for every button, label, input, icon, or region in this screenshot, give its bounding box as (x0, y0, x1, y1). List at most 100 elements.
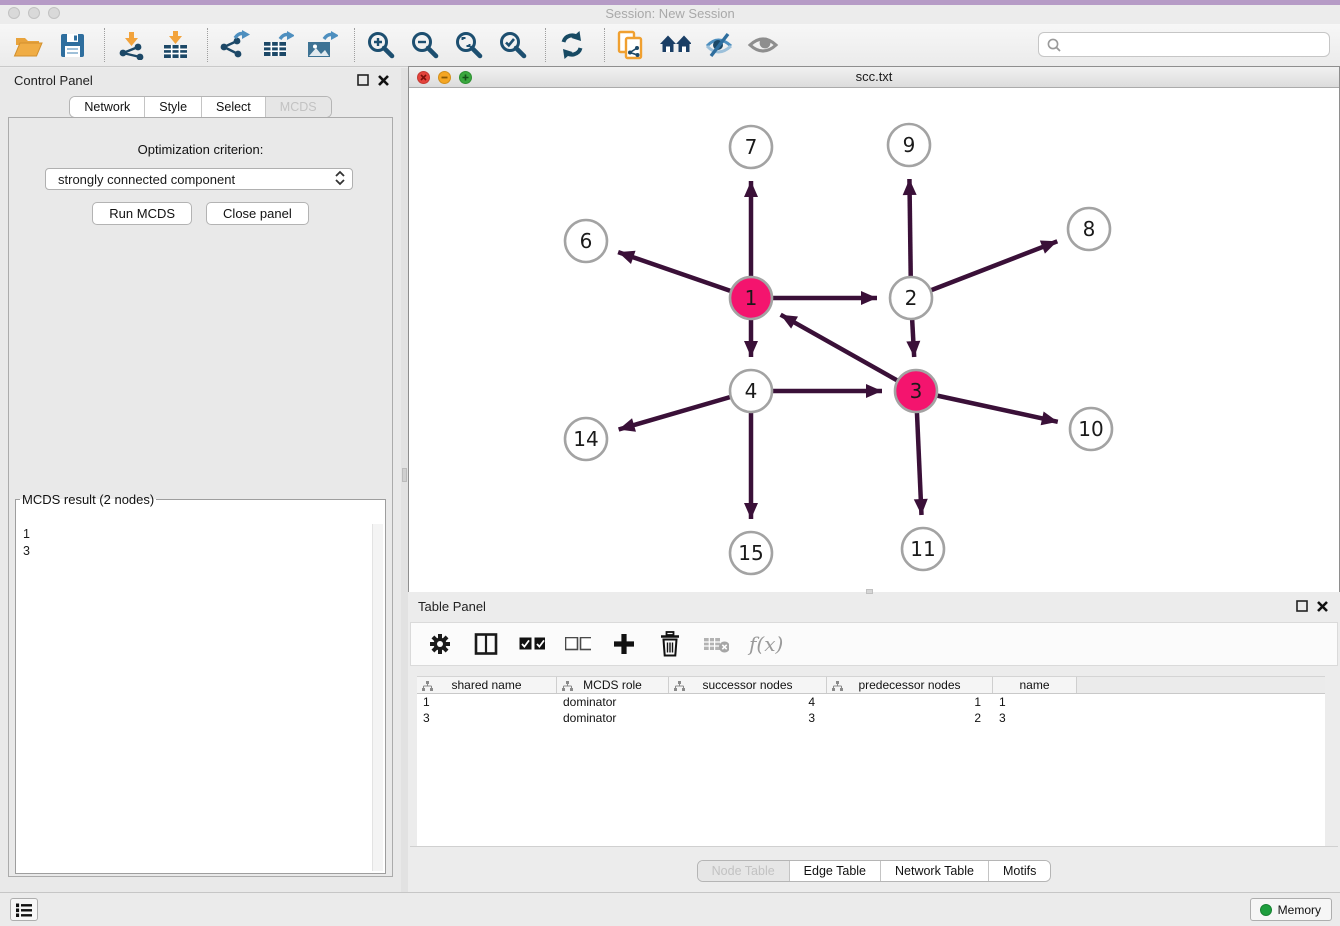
memory-button[interactable]: Memory (1250, 898, 1332, 921)
graph-edge-2-8[interactable] (911, 241, 1057, 298)
run-mcds-button[interactable]: Run MCDS (92, 202, 192, 225)
toolbar-separator (104, 28, 105, 62)
unselect-all-columns-icon[interactable] (565, 631, 591, 657)
hide-selected-icon[interactable] (703, 29, 735, 61)
vertical-splitter[interactable] (401, 68, 408, 892)
close-panel-icon[interactable] (378, 75, 389, 86)
column-header-predecessor-nodes[interactable]: predecessor nodes (827, 677, 993, 693)
zoom-out-icon[interactable] (409, 29, 441, 61)
close-panel-button[interactable]: Close panel (206, 202, 309, 225)
cell-shared-name[interactable]: 3 (417, 710, 557, 726)
column-header-mcds-role[interactable]: MCDS role (557, 677, 669, 693)
tab-node-table[interactable]: Node Table (698, 861, 789, 881)
control-panel-title: Control Panel (14, 73, 93, 88)
graph-edge-3-1[interactable] (781, 315, 916, 391)
graph-node-label-15: 15 (738, 541, 763, 565)
memory-label: Memory (1278, 903, 1321, 917)
export-table-icon[interactable] (262, 29, 294, 61)
export-network-icon[interactable] (218, 29, 250, 61)
cell-predecessor-nodes[interactable]: 2 (827, 710, 993, 726)
zoom-selected-icon[interactable] (497, 29, 529, 61)
first-neighbors-icon[interactable] (659, 29, 691, 61)
graph-node-label-4: 4 (745, 379, 758, 403)
cell-successor-nodes[interactable]: 4 (669, 694, 827, 710)
network-graph: 7968124314101511 (409, 89, 1339, 592)
criterion-value: strongly connected component (58, 172, 235, 187)
tab-mcds[interactable]: MCDS (265, 97, 331, 117)
task-history-button[interactable] (10, 898, 38, 921)
search-field[interactable] (1038, 32, 1330, 57)
export-image-icon[interactable] (306, 29, 338, 61)
graph-node-label-9: 9 (903, 133, 916, 157)
open-session-icon[interactable] (12, 29, 44, 61)
attribute-tree-icon (562, 681, 573, 691)
graph-node-label-3: 3 (910, 379, 923, 403)
toolbar-separator (354, 28, 355, 62)
control-panel-tabs: Network Style Select MCDS (69, 96, 331, 118)
float-panel-icon[interactable] (357, 74, 369, 86)
optimization-criterion-label: Optimization criterion: (9, 142, 392, 157)
tab-select[interactable]: Select (201, 97, 265, 117)
network-from-selection-icon[interactable] (615, 29, 647, 61)
delete-column-icon[interactable] (657, 631, 683, 657)
app-titlebar: Session: New Session (0, 5, 1340, 24)
mcds-panel: Optimization criterion: strongly connect… (8, 117, 393, 877)
show-column-icon[interactable] (473, 631, 499, 657)
cell-name[interactable]: 3 (993, 710, 1077, 726)
table-row[interactable]: 3 dominator 3 2 3 (417, 710, 1325, 726)
close-view-icon[interactable] (417, 71, 430, 84)
minimize-view-icon[interactable] (438, 71, 451, 84)
tab-motifs[interactable]: Motifs (988, 861, 1050, 881)
tab-style[interactable]: Style (144, 97, 201, 117)
tab-edge-table[interactable]: Edge Table (789, 861, 880, 881)
tab-network-table[interactable]: Network Table (880, 861, 988, 881)
create-column-icon[interactable] (611, 631, 637, 657)
close-window-icon[interactable] (8, 7, 20, 19)
window-controls[interactable] (8, 7, 60, 19)
cell-mcds-role[interactable]: dominator (557, 694, 669, 710)
import-table-icon[interactable] (159, 29, 191, 61)
maximize-view-icon[interactable] (459, 71, 472, 84)
result-scrollbar[interactable] (372, 524, 383, 871)
table-options-gear-icon[interactable] (427, 631, 453, 657)
graph-node-label-14: 14 (573, 427, 598, 451)
cell-successor-nodes[interactable]: 3 (669, 710, 827, 726)
table-tabs: Node Table Edge Table Network Table Moti… (697, 860, 1052, 882)
network-canvas[interactable]: 7968124314101511 (409, 89, 1339, 592)
minimize-window-icon[interactable] (28, 7, 40, 19)
table-header-row: shared name MCDS role successor nodes pr… (417, 676, 1325, 694)
splitter-grip[interactable] (402, 468, 407, 482)
cell-name[interactable]: 1 (993, 694, 1077, 710)
float-panel-icon[interactable] (1296, 600, 1308, 612)
column-header-name[interactable]: name (993, 677, 1077, 693)
delete-table-icon[interactable] (703, 631, 729, 657)
select-all-columns-icon[interactable] (519, 631, 545, 657)
graph-node-label-10: 10 (1078, 417, 1103, 441)
criterion-select[interactable]: strongly connected component (45, 168, 353, 190)
graph-node-label-11: 11 (910, 537, 935, 561)
list-icon (16, 903, 32, 917)
cell-mcds-role[interactable]: dominator (557, 710, 669, 726)
column-header-shared-name[interactable]: shared name (417, 677, 557, 693)
mcds-result-text[interactable]: 1 3 (19, 525, 371, 870)
function-builder-icon[interactable]: f(x) (749, 632, 783, 656)
maximize-window-icon[interactable] (48, 7, 60, 19)
table-row[interactable]: 1 dominator 4 1 1 (417, 694, 1325, 710)
save-session-icon[interactable] (56, 29, 88, 61)
toolbar-separator (207, 28, 208, 62)
zoom-in-icon[interactable] (365, 29, 397, 61)
show-all-icon[interactable] (747, 29, 779, 61)
cell-predecessor-nodes[interactable]: 1 (827, 694, 993, 710)
column-header-successor-nodes[interactable]: successor nodes (669, 677, 827, 693)
close-panel-icon[interactable] (1317, 601, 1328, 612)
network-window-titlebar[interactable]: scc.txt (409, 67, 1339, 88)
cell-shared-name[interactable]: 1 (417, 694, 557, 710)
toolbar-separator (604, 28, 605, 62)
refresh-icon[interactable] (556, 29, 588, 61)
tab-network[interactable]: Network (70, 97, 144, 117)
zoom-fit-icon[interactable] (453, 29, 485, 61)
attribute-tree-icon (422, 681, 433, 691)
table-toolbar: f(x) (410, 622, 1338, 666)
import-network-icon[interactable] (115, 29, 147, 61)
search-input[interactable] (1062, 38, 1329, 52)
